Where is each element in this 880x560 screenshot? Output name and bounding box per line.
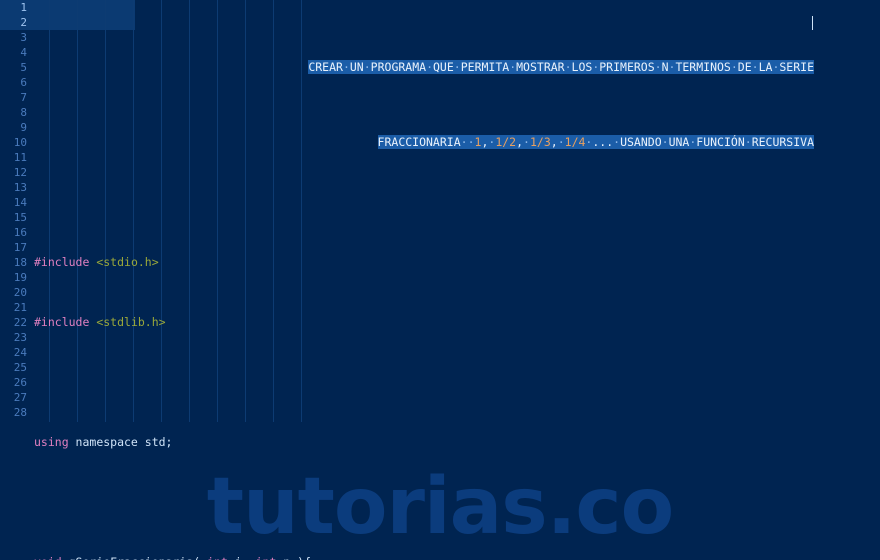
code-line-1[interactable]: CREAR·UN·PROGRAMA·QUE·PERMITA·MOSTRAR·LO…	[34, 60, 814, 75]
line-number: 7	[20, 91, 27, 104]
code-content[interactable]: CREAR·UN·PROGRAMA·QUE·PERMITA·MOSTRAR·LO…	[34, 0, 814, 560]
line-number: 4	[20, 46, 27, 59]
space-dot: ·	[342, 60, 350, 74]
line-number: 9	[20, 121, 27, 134]
code-line-5[interactable]: #include <stdlib.h>	[34, 315, 814, 330]
line-number: 11	[13, 151, 27, 164]
space-dot: ·	[751, 60, 759, 74]
code-editor[interactable]: tutorias.co 1 2 3 4 5 6 7 8 9 10 11 12 1…	[0, 0, 880, 560]
code-line-6[interactable]	[34, 375, 814, 390]
space-dot: ·	[564, 60, 572, 74]
line-number: 3	[20, 31, 27, 44]
space-dot: ·	[585, 135, 593, 149]
line-number: 15	[13, 211, 27, 224]
code-line-8[interactable]	[34, 495, 814, 510]
space-dot: ·	[426, 60, 433, 74]
token-text: namespace std;	[68, 435, 173, 449]
selected-text-line-2: FRACCIONARIA··1,·1/2,·1/3,·1/4·...·USAND…	[377, 135, 814, 149]
line-number: 28	[13, 406, 27, 419]
token-param: i,	[228, 555, 256, 560]
line-number: 12	[13, 166, 27, 179]
line-number: 27	[13, 391, 27, 404]
line-number: 5	[20, 61, 27, 74]
line-number: 16	[13, 226, 27, 239]
space-dot: ·	[654, 60, 662, 74]
line-number: 25	[13, 361, 27, 374]
line-number: 14	[13, 196, 27, 209]
space-dot: ·	[661, 135, 669, 149]
token-preprocessor: #include	[34, 255, 90, 269]
space-dot: ·	[557, 135, 565, 149]
code-line-7[interactable]: using namespace std;	[34, 435, 814, 450]
line-number: 6	[20, 76, 27, 89]
selected-text-line-1: CREAR·UN·PROGRAMA·QUE·PERMITA·MOSTRAR·LO…	[308, 60, 814, 74]
token-number: 1	[474, 135, 482, 149]
line-number: 24	[13, 346, 27, 359]
line-number: 10	[13, 136, 27, 149]
line-number: 26	[13, 376, 27, 389]
token-function-name: gSerieFraccionaria(	[62, 555, 207, 560]
line-number: 18	[13, 256, 27, 269]
line-number: 23	[13, 331, 27, 344]
code-line-3[interactable]	[34, 195, 814, 210]
token-keyword-using: using	[34, 435, 69, 449]
space-dot: ·	[613, 135, 621, 149]
space-dot: ·	[689, 135, 697, 149]
line-number: 21	[13, 301, 27, 314]
space-dot: ·	[460, 135, 468, 149]
line-number-gutter: 1 2 3 4 5 6 7 8 9 10 11 12 13 14 15 16 1…	[0, 0, 34, 560]
space-dot: ·	[509, 60, 517, 74]
token-preprocessor: #include	[34, 315, 90, 329]
space-dot: ·	[668, 60, 676, 74]
token-keyword-void: void	[34, 555, 62, 560]
line-number: 22	[13, 316, 27, 329]
space-dot: ·	[592, 60, 600, 74]
line-number: 17	[13, 241, 27, 254]
code-line-4[interactable]: #include <stdio.h>	[34, 255, 814, 270]
space-dot: ·	[467, 135, 475, 149]
line-number: 19	[13, 271, 27, 284]
line-number: 13	[13, 181, 27, 194]
line-number: 20	[13, 286, 27, 299]
token-include-path: <stdlib.h>	[96, 315, 166, 329]
line-number: 2	[0, 15, 34, 30]
token-number: 1/3	[529, 135, 551, 149]
token-type-int: int	[256, 555, 277, 560]
code-line-2[interactable]: FRACCIONARIA··1,·1/2,·1/3,·1/4·...·USAND…	[34, 135, 814, 150]
space-dot: ·	[772, 60, 780, 74]
space-dot: ·	[453, 60, 461, 74]
token-number: 1/2	[495, 135, 517, 149]
space-dot: ·	[523, 135, 530, 149]
space-dot: ·	[363, 60, 371, 74]
token-param: n ){	[276, 555, 311, 560]
text-cursor	[812, 16, 813, 30]
token-number: 1/4	[564, 135, 586, 149]
token-include-path: <stdio.h>	[96, 255, 159, 269]
code-line-9[interactable]: void gSerieFraccionaria( int i, int n ){	[34, 555, 814, 560]
line-number: 1	[0, 0, 34, 15]
token-type-int: int	[207, 555, 228, 560]
space-dot: ·	[744, 135, 752, 149]
space-dot: ·	[730, 60, 738, 74]
line-number: 8	[20, 106, 27, 119]
